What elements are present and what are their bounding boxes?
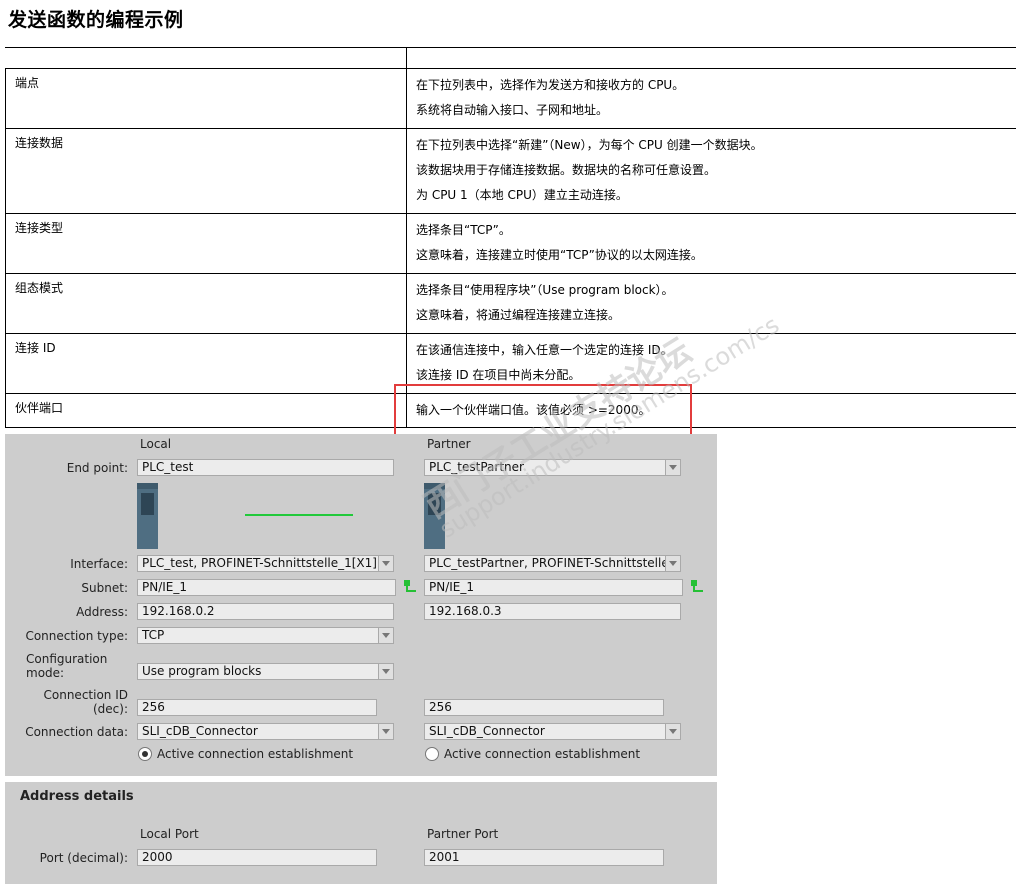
chevron-down-icon[interactable] (378, 664, 393, 679)
description-line: 在下拉列表中，选择作为发送方和接收方的 CPU。 (416, 78, 685, 92)
partner-connection-data-select[interactable]: SLI_cDB_Connector (424, 723, 681, 740)
chevron-down-icon[interactable] (665, 724, 680, 739)
row-term: 伙伴端口 (5, 394, 407, 427)
row-term: 组态模式 (5, 274, 407, 333)
connection-data-label: Connection data: (25, 725, 128, 739)
partner-port-field[interactable]: 2001 (424, 849, 664, 866)
partner-interface-value: PLC_testPartner, PROFINET-Schnittstelle_… (429, 556, 681, 570)
local-port-value: 2000 (142, 850, 173, 864)
table-header-row (5, 48, 1016, 69)
port-label: Port (decimal): (39, 851, 128, 865)
local-header: Local (140, 437, 172, 451)
row-term: 连接 ID (5, 334, 407, 393)
description-line: 选择条目“使用程序块”（Use program block）。 (416, 283, 674, 297)
end-point-label: End point: (66, 461, 128, 475)
local-connection-id-field[interactable]: 256 (137, 699, 377, 716)
page-title: 发送函数的编程示例 (8, 9, 184, 31)
local-connection-data-select[interactable]: SLI_cDB_Connector (137, 723, 394, 740)
description-line: 该数据块用于存储连接数据。数据块的名称可任意设置。 (416, 163, 717, 177)
subnet-label: Subnet: (81, 581, 128, 595)
local-address-value: 192.168.0.2 (142, 604, 215, 618)
local-interface-value: PLC_test, PROFINET-Schnittstelle_1[X1] (142, 556, 377, 570)
partner-header: Partner (427, 437, 471, 451)
description-line: 这意味着，将通过编程连接建立连接。 (416, 308, 621, 322)
highlight-box (394, 384, 692, 438)
description-line: 为 CPU 1（本地 CPU）建立主动连接。 (416, 188, 628, 202)
local-connection-id-value: 256 (142, 700, 165, 714)
partner-port-header: Partner Port (427, 827, 499, 841)
configuration-mode-label-line2: mode: (26, 666, 65, 680)
row-description: 选择条目“TCP”。 这意味着，连接建立时使用“TCP”协议的以太网连接。 (407, 214, 1016, 273)
connection-type-label: Connection type: (25, 629, 128, 643)
row-term: 端点 (5, 69, 407, 128)
connection-id-label-line1: Connection ID (43, 688, 129, 702)
configuration-mode-select[interactable]: Use program blocks (137, 663, 394, 680)
partner-plc-device-icon (424, 483, 445, 549)
partner-active-connection-label: Active connection establishment (444, 747, 641, 761)
row-term: 连接数据 (5, 129, 407, 213)
partner-end-point-select[interactable]: PLC_testPartner (424, 459, 681, 476)
network-icon (691, 580, 703, 592)
partner-interface-select[interactable]: PLC_testPartner, PROFINET-Schnittstelle_… (424, 555, 681, 572)
local-subnet-value: PN/IE_1 (142, 580, 188, 594)
partner-connection-id-field[interactable]: 256 (424, 699, 664, 716)
table-row: 连接数据 在下拉列表中选择“新建”（New），为每个 CPU 创建一个数据块。 … (5, 129, 1016, 214)
local-port-field[interactable]: 2000 (137, 849, 377, 866)
network-icon (404, 580, 416, 592)
address-details-title: Address details (20, 789, 134, 804)
local-end-point-value: PLC_test (142, 460, 194, 474)
chevron-down-icon[interactable] (378, 556, 393, 571)
interface-label: Interface: (70, 557, 128, 571)
local-end-point-field[interactable]: PLC_test (137, 459, 394, 476)
row-description: 在下拉列表中选择“新建”（New），为每个 CPU 创建一个数据块。 该数据块用… (407, 129, 1016, 213)
configuration-mode-label-line1: Configuration (26, 652, 108, 666)
chevron-down-icon[interactable] (665, 460, 680, 475)
local-active-connection-radio[interactable] (138, 747, 152, 761)
partner-subnet-field[interactable]: PN/IE_1 (424, 579, 683, 596)
table-row: 连接类型 选择条目“TCP”。 这意味着，连接建立时使用“TCP”协议的以太网连… (5, 214, 1016, 274)
table-row: 端点 在下拉列表中，选择作为发送方和接收方的 CPU。 系统将自动输入接口、子网… (5, 69, 1016, 129)
local-port-header: Local Port (140, 827, 199, 841)
partner-subnet-value: PN/IE_1 (429, 580, 475, 594)
table-row: 组态模式 选择条目“使用程序块”（Use program block）。 这意味… (5, 274, 1016, 334)
local-active-connection-label: Active connection establishment (157, 747, 354, 761)
local-subnet-field[interactable]: PN/IE_1 (137, 579, 396, 596)
address-label: Address: (76, 605, 128, 619)
description-table: 端点 在下拉列表中，选择作为发送方和接收方的 CPU。 系统将自动输入接口、子网… (5, 47, 1016, 428)
chevron-down-icon[interactable] (378, 724, 393, 739)
description-line: 选择条目“TCP”。 (416, 223, 511, 237)
description-line: 系统将自动输入接口、子网和地址。 (416, 103, 609, 117)
connection-type-select[interactable]: TCP (137, 627, 394, 644)
chevron-down-icon[interactable] (378, 628, 393, 643)
description-line: 这意味着，连接建立时使用“TCP”协议的以太网连接。 (416, 248, 703, 262)
chevron-down-icon[interactable] (665, 556, 680, 571)
partner-address-value: 192.168.0.3 (429, 604, 502, 618)
partner-connection-data-value: SLI_cDB_Connector (429, 724, 545, 738)
partner-end-point-value: PLC_testPartner (429, 460, 524, 474)
local-connection-data-value: SLI_cDB_Connector (142, 724, 258, 738)
local-interface-select[interactable]: PLC_test, PROFINET-Schnittstelle_1[X1] (137, 555, 394, 572)
connection-id-label-line2: (dec): (92, 702, 128, 716)
local-address-field[interactable]: 192.168.0.2 (137, 603, 394, 620)
partner-connection-id-value: 256 (429, 700, 452, 714)
connection-link-line (245, 514, 353, 516)
row-term: 连接类型 (5, 214, 407, 273)
description-line: 在下拉列表中选择“新建”（New），为每个 CPU 创建一个数据块。 (416, 138, 763, 152)
partner-port-value: 2001 (429, 850, 460, 864)
connection-type-value: TCP (142, 628, 165, 642)
row-description: 选择条目“使用程序块”（Use program block）。 这意味着，将通过… (407, 274, 1016, 333)
partner-address-field[interactable]: 192.168.0.3 (424, 603, 681, 620)
description-line: 在该通信连接中，输入任意一个选定的连接 ID。 (416, 343, 673, 357)
partner-active-connection-radio[interactable] (425, 747, 439, 761)
local-plc-device-icon (137, 483, 158, 549)
configuration-mode-value: Use program blocks (142, 664, 262, 678)
row-description: 在下拉列表中，选择作为发送方和接收方的 CPU。 系统将自动输入接口、子网和地址… (407, 69, 1016, 128)
